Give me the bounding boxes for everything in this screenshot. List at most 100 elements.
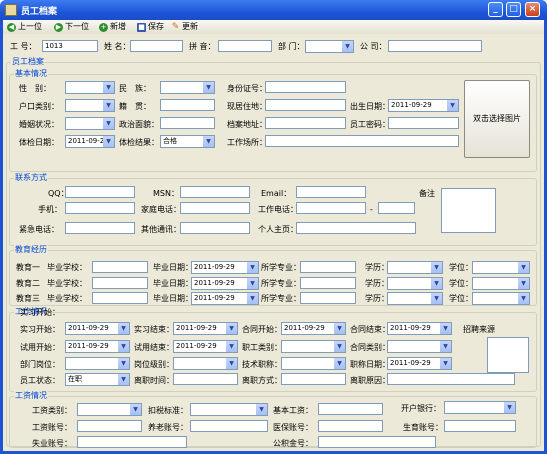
homepage-input[interactable] (296, 222, 416, 234)
remark-textarea[interactable] (441, 188, 496, 233)
post-level-select[interactable]: ▼ (173, 357, 238, 370)
home-phone-input[interactable] (180, 202, 250, 214)
unemploy-acct-input[interactable] (77, 436, 187, 448)
minimize-button[interactable]: _ (488, 2, 503, 17)
prev-button[interactable]: ◀ 上一位 (7, 21, 42, 33)
marital-select[interactable]: ▼ (65, 117, 115, 130)
pinyin-input[interactable] (218, 40, 272, 52)
chevron-down-icon: ▼ (103, 118, 114, 129)
fund-acct-input[interactable] (318, 436, 436, 448)
address-input[interactable] (265, 99, 346, 111)
email-input[interactable] (296, 186, 366, 198)
emp-no-input[interactable]: 1013 (42, 40, 98, 52)
close-button[interactable]: × (525, 2, 540, 17)
gender-select[interactable]: ▼ (65, 81, 115, 94)
dept-post-select[interactable]: ▼ (65, 357, 130, 370)
edu-school-input[interactable] (92, 261, 148, 273)
gender-label: 性 别： (19, 84, 51, 93)
chevron-down-icon: ▼ (518, 262, 529, 273)
base-wage-input[interactable] (318, 403, 383, 415)
edu-school-input[interactable] (92, 277, 148, 289)
edu-degree-select[interactable]: ▼ (387, 292, 443, 305)
contract-end-picker[interactable]: 2011-09-29 ▼ (387, 322, 452, 335)
intern-end-picker[interactable]: 2011-09-29 ▼ (173, 322, 238, 335)
medical-acct-input[interactable] (318, 420, 383, 432)
company-input[interactable] (388, 40, 482, 52)
native-label: 籍 贯： (119, 102, 151, 111)
dept-select[interactable]: ▼ (305, 40, 354, 53)
wage-acct-input[interactable] (77, 420, 142, 432)
home-phone-label: 家庭电话： (141, 205, 181, 214)
next-button[interactable]: ▶ 下一位 (54, 21, 89, 33)
save-button[interactable]: ■ 保存 (137, 21, 164, 33)
edu-date-picker[interactable]: 2011-09-29 ▼ (191, 261, 259, 274)
marital-label: 婚姻状况： (19, 120, 59, 129)
work-phone-input[interactable] (296, 202, 366, 214)
edu-xuewei-select[interactable]: ▼ (472, 292, 530, 305)
title-date-picker[interactable]: 2011-09-29 ▼ (387, 357, 452, 370)
name-input[interactable] (130, 40, 183, 52)
status-value: 在职 (68, 375, 82, 383)
msn-input[interactable] (180, 186, 250, 198)
emp-pwd-input[interactable] (388, 117, 459, 129)
emergency-label: 紧急电话： (19, 225, 59, 234)
leave-time-input[interactable] (173, 373, 238, 385)
workplace-input[interactable] (265, 135, 459, 147)
bank-label: 开户银行： (401, 404, 441, 413)
exam-date-picker[interactable]: 2011-09-29 ▼ (65, 135, 115, 148)
archive-addr-input[interactable] (265, 117, 346, 129)
mobile-input[interactable] (65, 202, 135, 214)
emergency-input[interactable] (65, 222, 135, 234)
work-phone-ext-input[interactable] (378, 202, 415, 214)
leave-reason-input[interactable] (387, 373, 515, 385)
chevron-down-icon: ▼ (440, 341, 451, 352)
contract-start-picker[interactable]: 2011-09-29 ▼ (281, 322, 346, 335)
political-input[interactable] (160, 117, 215, 129)
edu-date-value: 2011-09-29 (194, 294, 235, 302)
edu-xuewei-select[interactable]: ▼ (472, 261, 530, 274)
leave-mode-input[interactable] (281, 373, 346, 385)
hukou-select[interactable]: ▼ (65, 99, 115, 112)
native-input[interactable] (160, 99, 215, 111)
maximize-button[interactable]: □ (506, 2, 521, 17)
intern-start-picker[interactable]: 2011-09-29 ▼ (65, 322, 130, 335)
edu-major-input[interactable] (300, 261, 356, 273)
photo-button[interactable]: 双击选择图片 (464, 80, 530, 158)
edu-date-picker[interactable]: 2011-09-29 ▼ (191, 292, 259, 305)
chevron-down-icon: ▼ (247, 293, 258, 304)
exam-result-select[interactable]: 合格 ▼ (160, 135, 215, 148)
edu-major-input[interactable] (300, 277, 356, 289)
edu-xuewei-select[interactable]: ▼ (472, 277, 530, 290)
pinyin-label: 拼 音： (189, 42, 216, 51)
trial-end-picker[interactable]: 2011-09-29 ▼ (173, 340, 238, 353)
status-select[interactable]: 在职 ▼ (65, 373, 130, 386)
contract-type-select[interactable]: ▼ (387, 340, 452, 353)
edu-major-input[interactable] (300, 292, 356, 304)
qq-input[interactable] (65, 186, 135, 198)
chevron-down-icon: ▼ (504, 402, 515, 413)
other-contact-input[interactable] (180, 222, 250, 234)
job-type-select[interactable]: ▼ (281, 340, 346, 353)
update-button[interactable]: ✎ 更新 (171, 21, 198, 33)
edu-degree-select[interactable]: ▼ (387, 261, 443, 274)
edu-degree-select[interactable]: ▼ (387, 277, 443, 290)
ethnic-select[interactable]: ▼ (160, 81, 215, 94)
pension-acct-input[interactable] (190, 420, 268, 432)
bank-select[interactable]: ▼ (444, 401, 516, 414)
wage-type-select[interactable]: ▼ (77, 403, 142, 416)
tech-title-select[interactable]: ▼ (281, 357, 346, 370)
edu-date-value: 2011-09-29 (194, 263, 235, 271)
tax-std-select[interactable]: ▼ (190, 403, 268, 416)
id-no-input[interactable] (265, 81, 346, 93)
hire-source-textarea[interactable] (487, 337, 529, 373)
contact-title: 联系方式 (14, 173, 48, 183)
maternity-acct-input[interactable] (444, 420, 516, 432)
tech-title-label: 技术职称： (242, 360, 282, 369)
birth-date-picker[interactable]: 2011-09-29 ▼ (388, 99, 459, 112)
fund-acct-label: 公积金号： (273, 439, 313, 448)
exam-date-label: 体检日期： (19, 138, 59, 147)
edu-date-picker[interactable]: 2011-09-29 ▼ (191, 277, 259, 290)
edu-school-input[interactable] (92, 292, 148, 304)
trial-start-picker[interactable]: 2011-09-29 ▼ (65, 340, 130, 353)
new-button[interactable]: + 新增 (99, 21, 126, 33)
